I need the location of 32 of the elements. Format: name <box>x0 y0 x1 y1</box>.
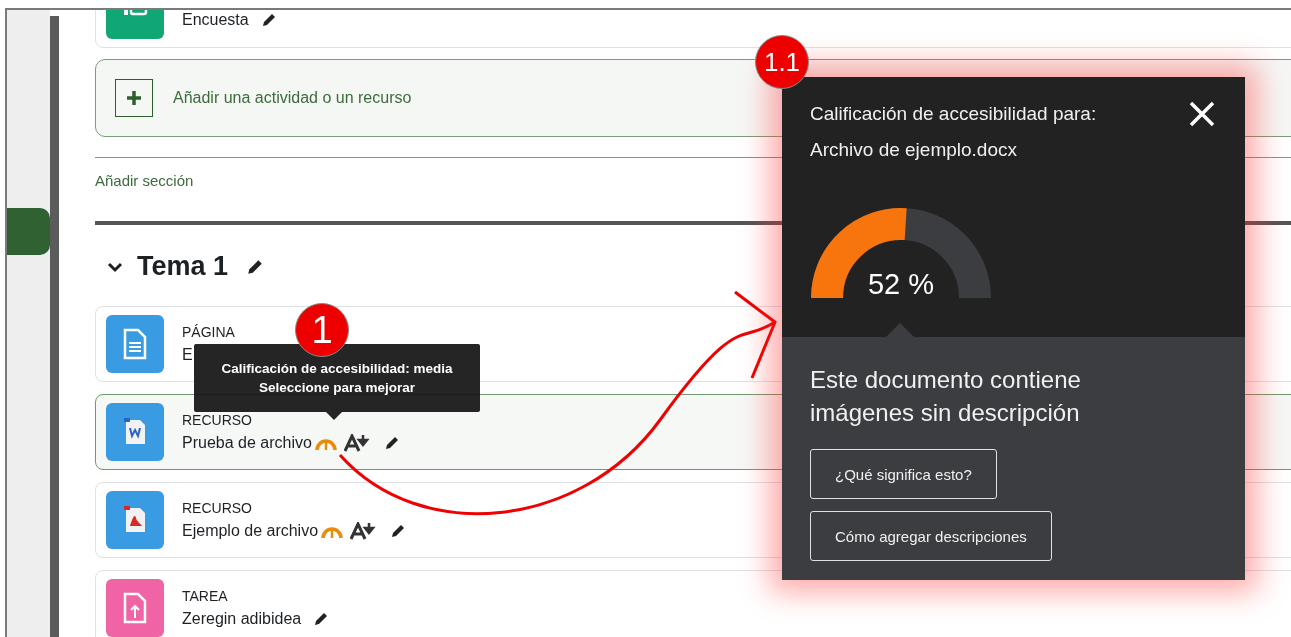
score-reading: 52 % <box>866 268 936 300</box>
popup-title: Calificación de accesibilidad para: <box>810 103 1097 125</box>
pencil-icon[interactable] <box>246 257 265 276</box>
pencil-icon[interactable] <box>390 523 407 539</box>
pencil-icon[interactable] <box>383 435 400 451</box>
activity-name[interactable]: E <box>182 346 193 364</box>
popup-message: Este documento contiene imágenes sin descripción <box>810 365 1082 428</box>
add-activity-label: Añadir una actividad o un recurso <box>173 89 412 107</box>
activity-type: RECURSO <box>182 500 252 516</box>
close-icon[interactable] <box>1189 101 1215 127</box>
help-button[interactable]: ¿Qué significa esto? <box>810 449 997 499</box>
drawer-tab[interactable] <box>7 208 50 255</box>
activity-type: TAREA <box>182 588 228 604</box>
activity-name[interactable]: Zeregin adibidea <box>182 610 302 628</box>
help-button[interactable]: Cómo agregar descripciones <box>810 511 1052 561</box>
tooltip-text: Seleccione para mejorar <box>258 380 416 395</box>
section-title: Tema 1 <box>137 251 229 282</box>
activity-name[interactable]: Encuesta <box>182 11 249 29</box>
document-icon <box>106 403 164 461</box>
activity-name[interactable]: Prueba de archivo <box>182 434 312 452</box>
activity-type: PÁGINA <box>182 324 235 340</box>
tooltip-text: Calificación de accesibilidad: media <box>221 361 453 376</box>
document-icon <box>106 315 164 373</box>
activity-type: RECURSO <box>182 412 252 428</box>
activity-name[interactable]: Ejemplo de archivo <box>182 522 319 540</box>
add-section-link[interactable]: Añadir sección <box>95 172 194 189</box>
file-name: Archivo de ejemplo.docx <box>810 139 1018 161</box>
pencil-icon[interactable] <box>313 611 330 627</box>
pencil-icon[interactable] <box>260 12 277 28</box>
plus-icon <box>115 79 153 117</box>
alternative-format-icon[interactable] <box>343 434 372 452</box>
document-icon <box>106 491 164 549</box>
